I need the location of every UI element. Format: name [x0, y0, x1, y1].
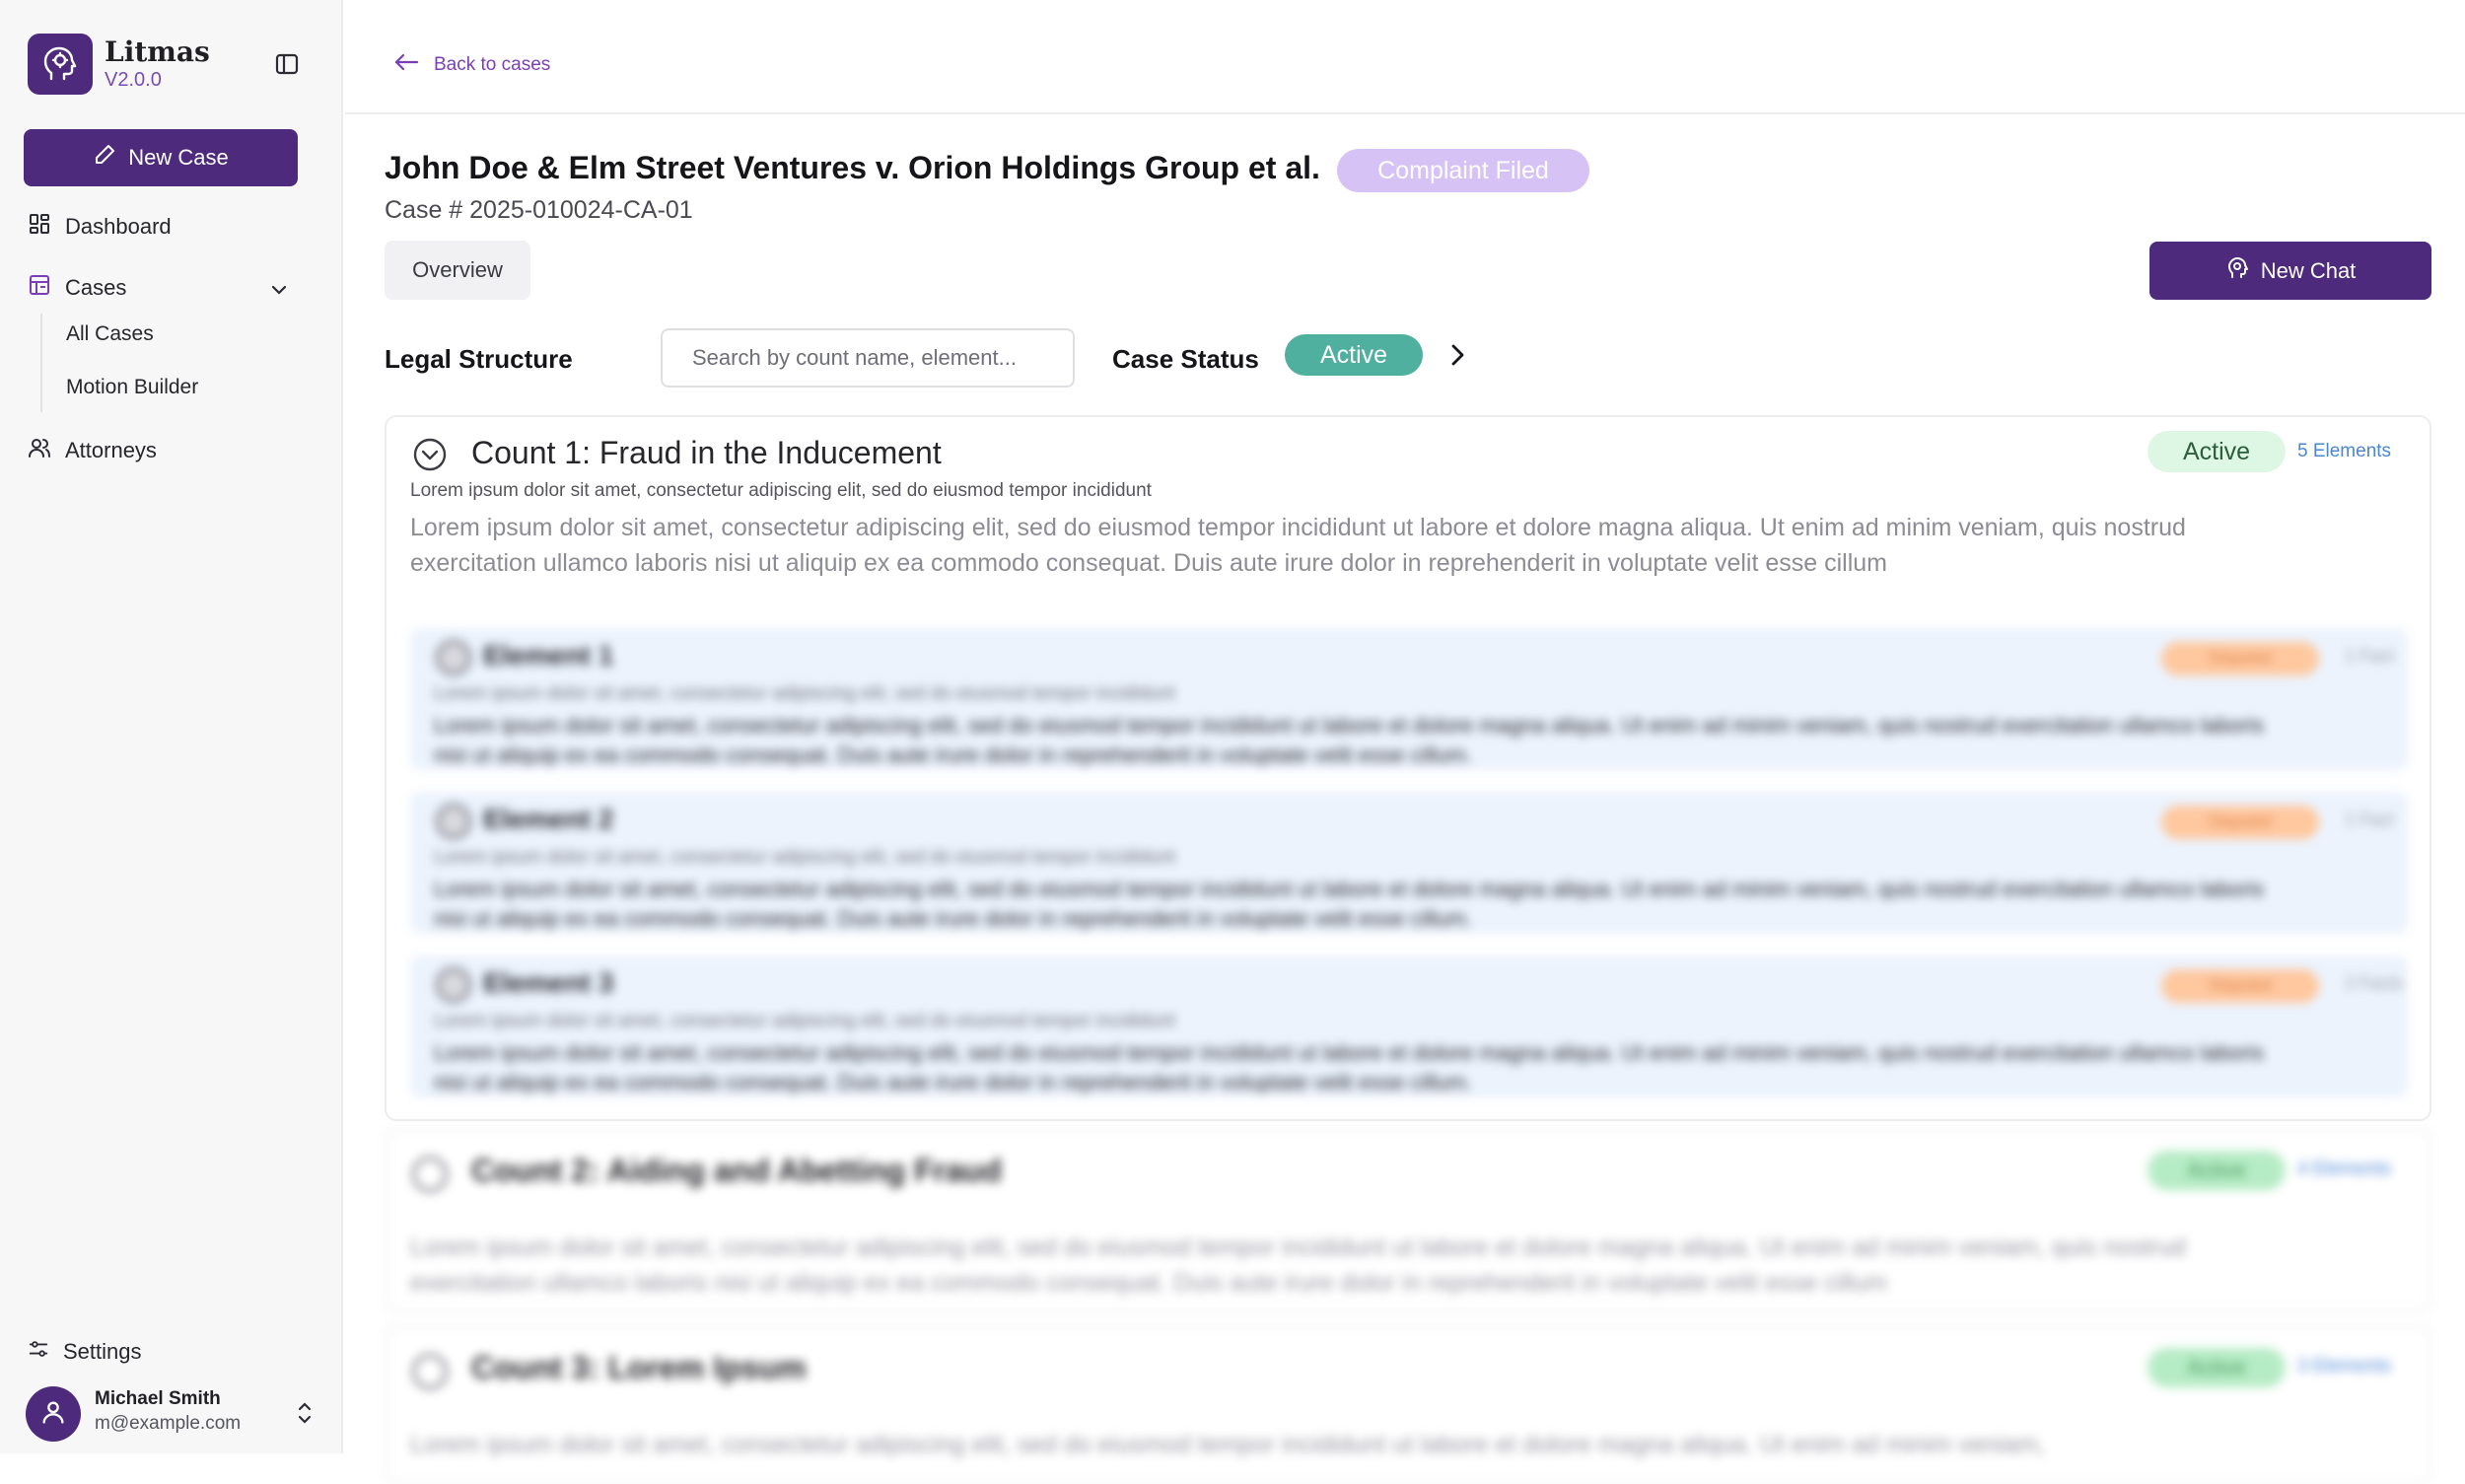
app-name: Litmas — [105, 35, 210, 68]
case-number: Case # 2025-010024-CA-01 — [385, 196, 693, 224]
case-status-value[interactable]: Active — [1285, 334, 1423, 376]
count-description: Lorem ipsum dolor sit amet, consectetur … — [410, 1234, 2186, 1297]
element-title: Element 3 — [483, 967, 614, 998]
chevron-circle-icon[interactable] — [412, 1157, 448, 1192]
element-title: Element 1 — [483, 640, 614, 671]
back-link-label: Back to cases — [434, 54, 551, 75]
sidebar: Litmas V2.0.0 New Case Dashboard Cases A… — [0, 0, 343, 1453]
count-status-badge: Active — [2148, 431, 2286, 472]
element-badge: Disputed — [2161, 969, 2319, 1003]
count-card: Count 1: Fraud in the Inducement Active … — [385, 415, 2431, 1121]
chat-head-icon — [2225, 256, 2249, 286]
new-chat-label: New Chat — [2260, 257, 2357, 283]
count-description: Lorem ipsum dolor sit amet, consectetur … — [410, 514, 2186, 577]
count-status-badge: Active — [2148, 1151, 2286, 1190]
count-title[interactable]: Count 1: Fraud in the Inducement — [471, 435, 942, 471]
sidebar-item-all-cases[interactable]: All Cases — [66, 322, 154, 346]
new-case-button[interactable]: New Case — [24, 129, 298, 186]
element-subtitle: Lorem ipsum dolor sit amet, consectetur … — [434, 683, 1175, 704]
element-toggle-icon[interactable] — [436, 804, 471, 839]
element-subtitle: Lorem ipsum dolor sit amet, consectetur … — [434, 847, 1175, 868]
element-subtitle: Lorem ipsum dolor sit amet, consectetur … — [434, 1011, 1175, 1031]
new-chat-button[interactable]: New Chat — [2149, 242, 2431, 300]
count-title: Count 3: Lorem Ipsum — [471, 1350, 807, 1385]
user-email: m@example.com — [95, 1413, 242, 1434]
sidebar-item-settings[interactable]: Settings — [28, 1338, 142, 1366]
case-status-badge: Complaint Filed — [1337, 149, 1589, 192]
settings-icon — [28, 1338, 49, 1366]
tab-overview[interactable]: Overview — [385, 241, 530, 300]
count-elements-link[interactable]: 3 Elements — [2297, 1356, 2391, 1378]
logo-icon[interactable] — [28, 34, 93, 95]
user-name: Michael Smith — [95, 1388, 221, 1409]
back-to-cases-link[interactable]: Back to cases — [392, 51, 550, 79]
sidebar-toggle-icon[interactable] — [274, 51, 300, 77]
chevron-circle-icon[interactable] — [412, 437, 448, 472]
legal-structure-label: Legal Structure — [385, 344, 573, 374]
element-row[interactable]: Element 2 Disputed 1 Fact Lorem ipsum do… — [410, 792, 2408, 934]
sidebar-item-label: Dashboard — [65, 214, 172, 239]
top-bar: Back to cases — [345, 0, 2465, 114]
chevron-down-icon[interactable] — [268, 279, 290, 306]
element-badge: Disputed — [2161, 642, 2319, 675]
count-card[interactable]: Count 2: Aiding and Abetting Fraud Activ… — [385, 1129, 2431, 1312]
count-elements-link[interactable]: 5 Elements — [2297, 441, 2391, 462]
sidebar-item-label: Settings — [63, 1339, 142, 1364]
pencil-icon — [93, 143, 116, 173]
element-badge: Disputed — [2161, 806, 2319, 839]
new-case-label: New Case — [128, 145, 229, 170]
sidebar-item-dashboard[interactable]: Dashboard — [28, 212, 172, 242]
sidebar-item-label: Cases — [65, 275, 127, 300]
count-card[interactable]: Count 3: Lorem Ipsum Active 3 Elements L… — [385, 1326, 2431, 1484]
search-input[interactable] — [661, 328, 1075, 388]
element-description: Lorem ipsum dolor sit amet, consectetur … — [434, 713, 2265, 767]
element-title: Element 2 — [483, 804, 614, 834]
sidebar-item-label: Attorneys — [65, 438, 157, 462]
count-elements-link[interactable]: 4 Elements — [2297, 1159, 2391, 1180]
count-subtitle: Lorem ipsum dolor sit amet, consectetur … — [410, 480, 1152, 501]
chevron-right-icon[interactable] — [1445, 341, 1469, 374]
element-meta: 1 Fact — [2345, 810, 2395, 829]
element-toggle-icon[interactable] — [436, 640, 471, 675]
sidebar-item-attorneys[interactable]: Attorneys — [28, 436, 157, 465]
count-status-badge: Active — [2148, 1348, 2286, 1387]
sidebar-item-motion-builder[interactable]: Motion Builder — [66, 376, 198, 399]
element-toggle-icon[interactable] — [436, 967, 471, 1003]
cases-icon — [28, 273, 51, 303]
element-description: Lorem ipsum dolor sit amet, consectetur … — [434, 1040, 2265, 1095]
app-version: V2.0.0 — [105, 69, 162, 91]
case-status-label: Case Status — [1112, 344, 1259, 374]
chevron-updown-icon[interactable] — [294, 1400, 316, 1431]
chevron-circle-icon[interactable] — [412, 1354, 448, 1389]
element-row[interactable]: Element 3 Disputed 2 Facts Lorem ipsum d… — [410, 955, 2408, 1097]
element-description: Lorem ipsum dolor sit amet, consectetur … — [434, 877, 2265, 931]
element-row[interactable]: Element 1 Disputed 1 Fact Lorem ipsum do… — [410, 628, 2408, 770]
count-title: Count 2: Aiding and Abetting Fraud — [471, 1153, 1002, 1188]
element-meta: 1 Fact — [2345, 646, 2395, 666]
case-title: John Doe & Elm Street Ventures v. Orion … — [385, 150, 1320, 185]
sidebar-item-cases[interactable]: Cases — [28, 273, 126, 303]
arrow-left-icon — [392, 51, 420, 79]
avatar[interactable] — [26, 1386, 81, 1442]
count-description: Lorem ipsum dolor sit amet, consectetur … — [410, 1431, 2045, 1458]
attorneys-icon — [28, 436, 51, 465]
submenu-divider — [40, 314, 42, 412]
dashboard-icon — [28, 212, 51, 242]
element-meta: 2 Facts — [2345, 973, 2404, 993]
user-icon — [39, 1398, 67, 1431]
